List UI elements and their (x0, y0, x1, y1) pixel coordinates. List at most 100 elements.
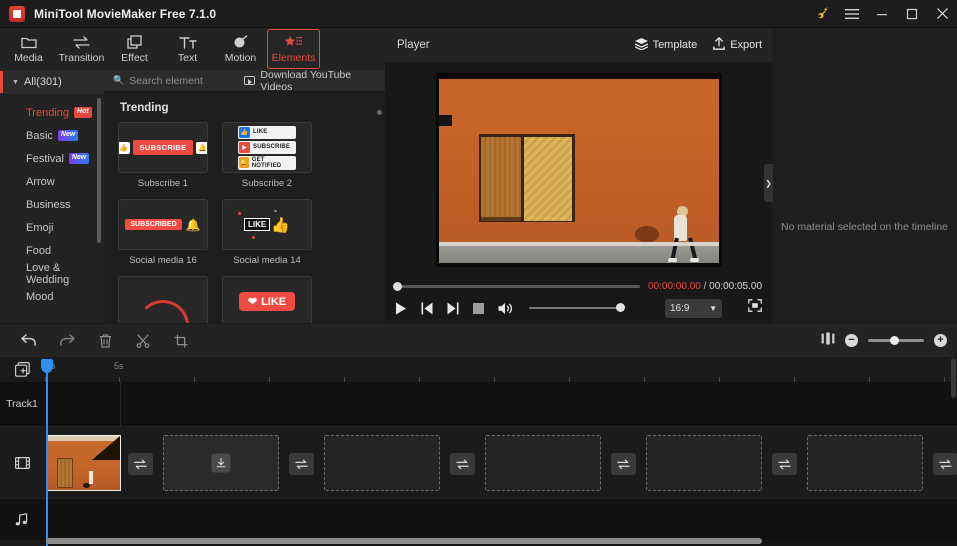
like-label: LIKE (244, 218, 271, 231)
browser-scrollbar[interactable] (377, 110, 382, 115)
track-body-text[interactable] (44, 382, 957, 426)
volume-icon[interactable] (498, 302, 513, 315)
tab-transition-label: Transition (58, 51, 105, 64)
element-card[interactable]: ❤ LIKE (222, 276, 312, 323)
element-thumbnail[interactable]: LIKE 👍 (222, 199, 312, 250)
split-button[interactable] (124, 324, 162, 357)
playhead-handle[interactable] (41, 359, 53, 373)
stop-button[interactable] (473, 302, 484, 314)
sidebar-item-festival[interactable]: Festival New (0, 147, 104, 170)
maximize-button[interactable] (897, 0, 927, 28)
fullscreen-button[interactable] (748, 299, 762, 317)
time-separator: / (703, 280, 707, 292)
text-icon (178, 35, 197, 50)
media-placeholder[interactable] (646, 435, 762, 491)
tab-media[interactable]: Media (2, 29, 55, 69)
previous-frame-button[interactable] (421, 302, 433, 315)
transition-slot[interactable] (933, 453, 957, 475)
element-card[interactable]: LIKE 👍 Social media 14 (222, 199, 312, 266)
delete-button[interactable] (86, 324, 124, 357)
motion-icon (233, 35, 248, 50)
category-all[interactable]: ▼ All(301) (0, 70, 104, 94)
media-placeholder[interactable] (163, 435, 279, 491)
elements-icon (285, 35, 302, 50)
zoom-handle[interactable] (890, 335, 899, 345)
element-thumbnail[interactable]: SUBSCRIBED 🔔 (118, 199, 208, 250)
track-body-audio[interactable] (44, 499, 957, 540)
undo-button[interactable] (10, 324, 48, 357)
element-card[interactable]: 👍 SUBSCRIBE 🔔 Subscribe 1 (118, 122, 208, 189)
tab-motion[interactable]: Motion (214, 29, 267, 69)
timeline-track-audio[interactable] (0, 499, 957, 540)
sidebar-item-business[interactable]: Business (0, 193, 104, 216)
crop-button[interactable] (162, 324, 200, 357)
sidebar-item-basic[interactable]: Basic New (0, 124, 104, 147)
element-thumbnail[interactable]: 👍 LIKE ▶ SUBSCRIBE 🔔 GET NOTIFIED (222, 122, 312, 173)
redo-button[interactable] (48, 324, 86, 357)
element-grid-container[interactable]: Trending 👍 SUBSCRIBE 🔔 Subscribe 1 👍 LIK… (104, 92, 385, 323)
element-thumbnail[interactable] (118, 276, 208, 323)
fit-timeline-button[interactable] (821, 331, 835, 350)
element-thumbnail[interactable]: ❤ LIKE (222, 276, 312, 323)
video-clip[interactable] (46, 435, 121, 491)
seek-slider[interactable] (393, 281, 640, 291)
sidebar-item-arrow[interactable]: Arrow (0, 170, 104, 193)
download-youtube-button[interactable]: Download YouTube Videos (244, 69, 385, 93)
sidebar-item-trending[interactable]: Trending Hot (0, 101, 104, 124)
add-media-button[interactable] (0, 357, 44, 382)
volume-slider[interactable] (529, 303, 625, 313)
seek-handle[interactable] (393, 281, 402, 291)
tab-effect[interactable]: Effect (108, 29, 161, 69)
timeline-ruler[interactable]: 0s 5s (44, 357, 957, 382)
element-card[interactable] (118, 276, 208, 323)
category-scrollbar[interactable] (97, 98, 101, 243)
transition-slot[interactable] (128, 453, 153, 475)
play-button[interactable] (395, 302, 407, 315)
search-icon: 🔍 (113, 75, 125, 85)
transition-slot[interactable] (450, 453, 475, 475)
element-card[interactable]: 👍 LIKE ▶ SUBSCRIBE 🔔 GET NOTIFIED Subscribe… (222, 122, 312, 189)
download-youtube-label: Download YouTube Videos (260, 68, 352, 93)
playhead[interactable] (41, 359, 53, 546)
volume-handle[interactable] (616, 303, 625, 313)
tab-elements[interactable]: Elements (267, 29, 320, 69)
media-placeholder[interactable] (485, 435, 601, 491)
bell-icon: 🔔 (239, 157, 249, 168)
element-card[interactable]: SUBSCRIBED 🔔 Social media 16 (118, 199, 208, 266)
zoom-out-button[interactable]: − (845, 334, 858, 347)
track-body-video[interactable] (44, 427, 957, 498)
timeline-horizontal-scrollbar[interactable] (46, 538, 762, 544)
search-input[interactable] (129, 74, 245, 87)
aspect-ratio-select[interactable]: 16:9 ▼ (665, 298, 722, 318)
export-button[interactable]: Export (713, 37, 762, 53)
sidebar-item-emoji[interactable]: Emoji (0, 216, 104, 239)
sidebar-item-love-wedding[interactable]: Love & Wedding (0, 262, 104, 286)
close-button[interactable] (927, 0, 957, 28)
search-box[interactable]: 🔍 (104, 74, 245, 87)
category-all-label: All(301) (23, 76, 62, 88)
video-preview-area[interactable] (385, 62, 772, 277)
sidebar-item-food[interactable]: Food (0, 239, 104, 262)
media-placeholder[interactable] (807, 435, 923, 491)
transition-slot[interactable] (772, 453, 797, 475)
menu-icon[interactable] (837, 0, 867, 28)
template-button[interactable]: Template (634, 37, 697, 53)
zoom-slider[interactable] (868, 335, 924, 345)
panel-collapse-toggle[interactable]: ❯ (764, 164, 773, 202)
timeline-track-video[interactable] (0, 427, 957, 499)
sidebar-item-mood[interactable]: Mood (0, 285, 104, 308)
timeline-toolbar: − + (0, 324, 957, 357)
transition-slot[interactable] (611, 453, 636, 475)
minimize-button[interactable] (867, 0, 897, 28)
timeline-track-text[interactable]: Track1 (0, 382, 957, 427)
key-icon[interactable] (807, 0, 837, 28)
row-label: LIKE (253, 129, 268, 135)
tab-transition[interactable]: Transition (55, 29, 108, 69)
tab-text[interactable]: Text (161, 29, 214, 69)
next-frame-button[interactable] (447, 302, 459, 315)
zoom-in-button[interactable]: + (934, 334, 947, 347)
element-thumbnail[interactable]: 👍 SUBSCRIBE 🔔 (118, 122, 208, 173)
transition-slot[interactable] (289, 453, 314, 475)
timeline-vertical-scrollbar[interactable] (951, 358, 956, 398)
media-placeholder[interactable] (324, 435, 440, 491)
